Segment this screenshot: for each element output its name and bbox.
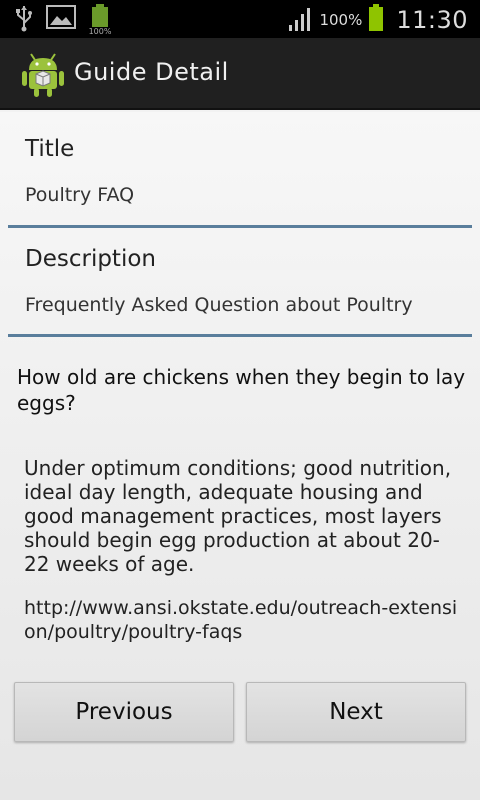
image-icon	[46, 4, 76, 34]
usb-icon	[14, 4, 34, 36]
faq-source-link[interactable]: http://www.ansi.okstate.edu/outreach-ext…	[24, 596, 464, 644]
battery-percent: 100%	[319, 11, 363, 29]
title-divider	[8, 225, 472, 228]
title-label: Title	[25, 136, 75, 162]
signal-icon	[287, 5, 313, 35]
android-app-icon[interactable]	[22, 50, 64, 98]
action-bar-title: Guide Detail	[74, 58, 229, 86]
faq-question: How old are chickens when they begin to …	[17, 365, 466, 415]
description-label: Description	[25, 246, 156, 272]
action-bar: Guide Detail	[0, 38, 480, 110]
description-divider	[8, 334, 472, 337]
status-bar: 100% 100% 11:30	[0, 0, 480, 38]
guide-detail-content: Title Poultry FAQ Description Frequently…	[0, 112, 480, 800]
clock: 11:30	[396, 6, 468, 34]
battery-small-icon: 100%	[88, 4, 112, 36]
status-bar-right: 100% 11:30	[287, 4, 468, 36]
description-value: Frequently Asked Question about Poultry	[25, 294, 413, 316]
battery-icon	[368, 4, 384, 36]
previous-button[interactable]: Previous	[14, 682, 234, 742]
faq-answer: Under optimum conditions; good nutrition…	[24, 456, 452, 576]
mini-battery-label: 100%	[88, 27, 112, 36]
next-button[interactable]: Next	[246, 682, 466, 742]
status-bar-left: 100%	[14, 4, 112, 36]
title-value: Poultry FAQ	[25, 184, 135, 206]
